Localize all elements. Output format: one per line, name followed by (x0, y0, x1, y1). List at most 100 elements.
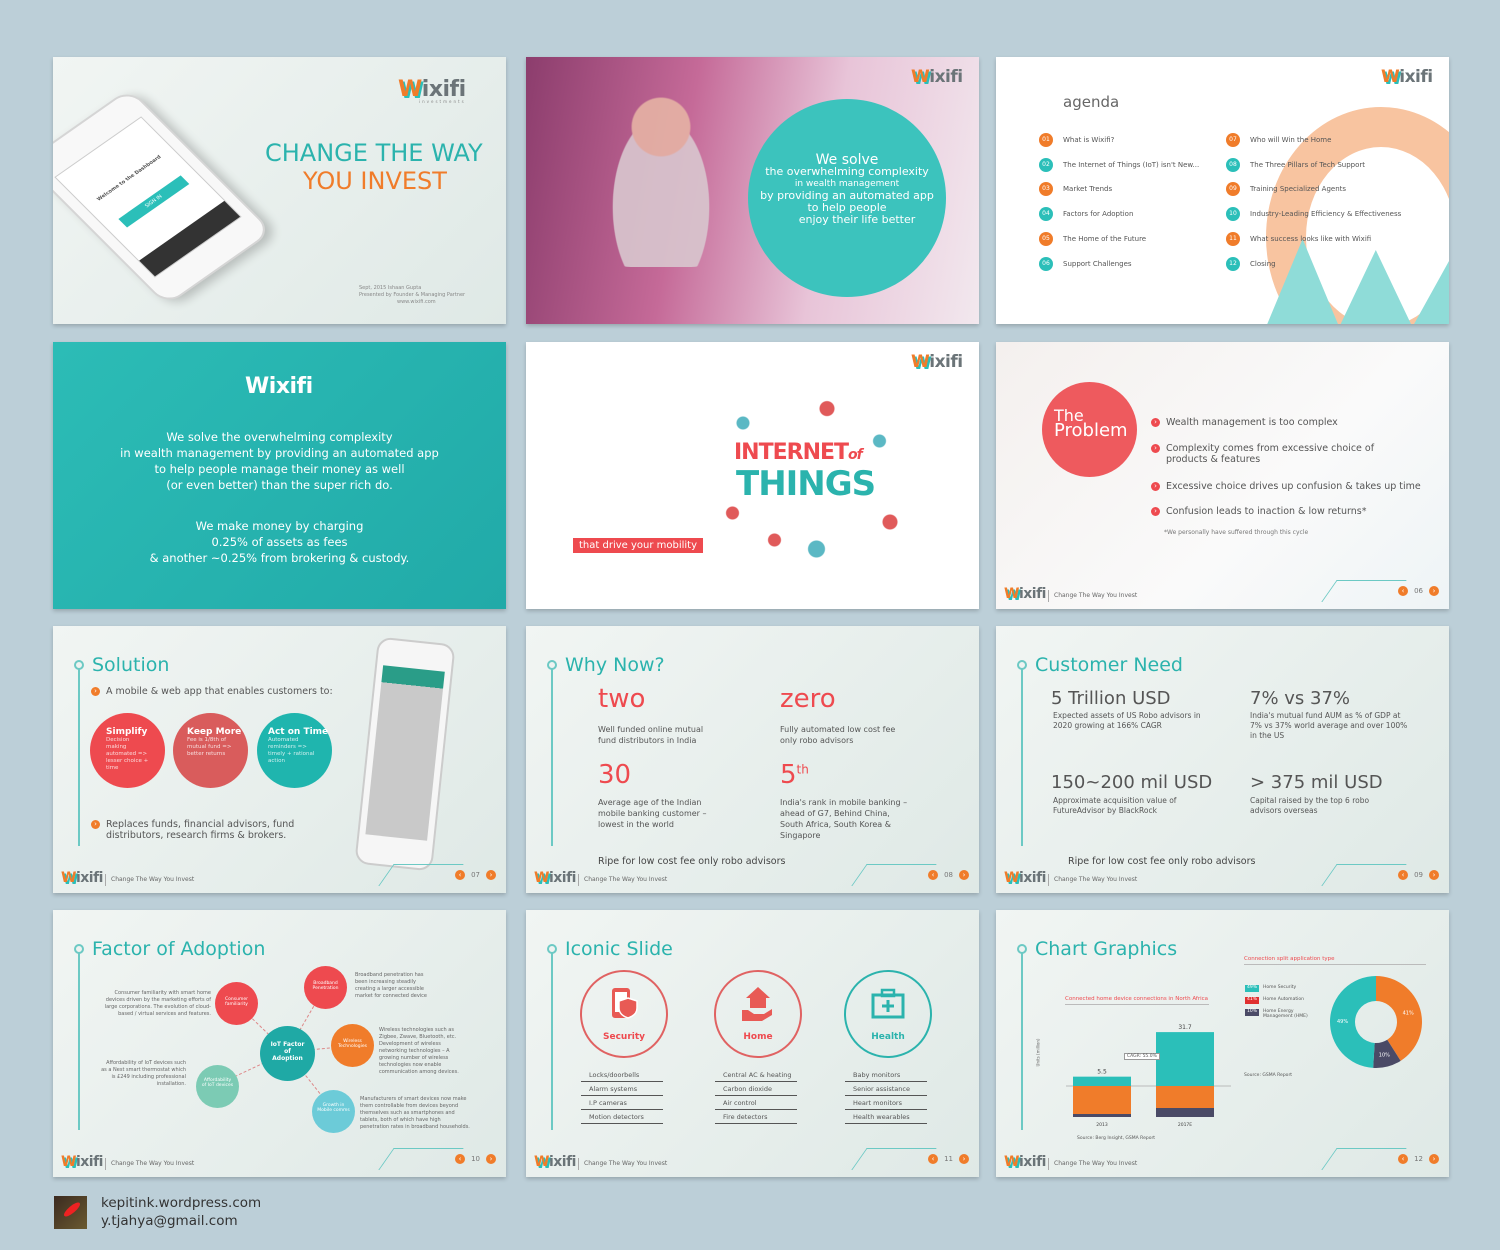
agenda-item: 08 The Three Pillars of Tech Support (1226, 157, 1366, 172)
slide-nav: ‹ 08 › (928, 870, 969, 880)
bar-2013 (1073, 1076, 1131, 1086)
agenda-label: What success looks like with Wixifi (1250, 234, 1372, 243)
slide-chart-graphics[interactable]: Chart Graphics Connected home device con… (996, 910, 1449, 1177)
prev-arrow-icon[interactable]: ‹ (455, 1154, 466, 1164)
agenda-number: 06 (1039, 256, 1053, 271)
agenda-label: Closing (1250, 259, 1276, 268)
wixifi-logo: Wixifi (911, 352, 963, 372)
bar-chart-annotation: CAGR: 55.0% (1124, 1053, 1160, 1060)
slide-factor-adoption[interactable]: Factor of Adoption IoT Factor of Adoptio… (53, 910, 506, 1177)
bar-chart: 5.5 2013 31.7 2017E (1066, 1024, 1231, 1128)
slide-title: Iconic Slide (565, 938, 673, 960)
bar-2017E (1156, 1032, 1214, 1086)
footer-logo: Wixifi (534, 1154, 576, 1170)
next-arrow-icon[interactable]: › (486, 1154, 496, 1164)
mission-paragraph: We solve the overwhelming complexity in w… (120, 430, 439, 492)
legend-label: Home Automation (1263, 997, 1304, 1002)
prev-arrow-icon[interactable]: ‹ (1398, 870, 1409, 880)
stat-value: zero (780, 684, 836, 714)
title-line-1: CHANGE THE WAY (265, 139, 483, 167)
agenda-label: Training Specialized Agents (1250, 185, 1347, 194)
footer-tagline: Change The Way You Invest (111, 1160, 195, 1167)
slide-title[interactable]: Welcome to the Dashboard SIGN IN Wixifi i… (53, 57, 506, 324)
slide-iconic[interactable]: Iconic Slide Security Home Health Locks/… (526, 910, 979, 1177)
act-on-time-circle: Act on Time Automated reminders => timely… (257, 713, 332, 788)
health-circle: Health (844, 970, 932, 1058)
medical-kit-icon (871, 988, 905, 1019)
prev-arrow-icon[interactable]: ‹ (1398, 586, 1409, 596)
footer-logo: Wixifi (534, 870, 576, 886)
prev-arrow-icon[interactable]: ‹ (1398, 1154, 1409, 1164)
slide-solution[interactable]: Solution › A mobile & web app that enable… (53, 626, 506, 893)
slide-why-now[interactable]: Why Now? two Well funded online mutual f… (526, 626, 979, 893)
agenda-item: 12 Closing (1226, 256, 1276, 271)
agenda-item: 10 Industry-Leading Efficiency & Effectiv… (1226, 207, 1401, 222)
bar-category-label: 2013 (1096, 1122, 1108, 1128)
bar-chart-title: Connected home device connections in Nor… (1065, 996, 1209, 1005)
next-arrow-icon[interactable]: › (959, 1154, 969, 1164)
slide-customer-need[interactable]: Customer Need 5 Trillion USD Expected as… (996, 626, 1449, 893)
phone-signin-button: SIGN IN (118, 175, 190, 228)
stat-desc: Average age of the Indian mobile banking… (598, 798, 707, 829)
agenda-label: What is Wixifi? (1063, 136, 1115, 144)
author-site[interactable]: kepitink.wordpress.com (101, 1195, 261, 1211)
slide-iot[interactable]: Wixifi INTERNETof THINGS that drive your… (526, 342, 979, 609)
agenda-item: 07 Who will Win the Home (1226, 133, 1331, 147)
footer-tagline: Change The Way You Invest (1054, 592, 1138, 599)
health-list: Baby monitors Senior assistance Heart moni… (845, 1068, 927, 1124)
home-circle: Home (714, 970, 802, 1058)
problem-footnote: *We personally have suffered through thi… (1164, 529, 1309, 536)
node-wireless: Wireless Technologies (331, 1024, 374, 1067)
next-arrow-icon[interactable]: › (1429, 586, 1439, 596)
phone-shield-icon (612, 988, 638, 1019)
problem-bullet: › Wealth management is too complex (1151, 417, 1338, 428)
home-list: Central AC & heating Carbon dioxide Air co… (715, 1068, 797, 1124)
next-arrow-icon[interactable]: › (959, 870, 969, 880)
page-number: 08 (944, 871, 953, 879)
legend-item: 49% Home Security (1245, 985, 1320, 992)
slide-mission[interactable]: We solve the overwhelming complexity in … (526, 57, 979, 324)
author-email[interactable]: y.tjahya@gmail.com (101, 1213, 238, 1229)
prev-arrow-icon[interactable]: ‹ (455, 870, 466, 880)
iot-title-things: THINGS (736, 464, 876, 504)
iot-title-internet: INTERNETof (734, 440, 863, 465)
bar-bottom-segment (1156, 1108, 1214, 1117)
bar-value-label: 31.7 (1178, 1024, 1192, 1031)
page-number: 11 (944, 1155, 953, 1163)
footer-logo: Wixifi (1004, 586, 1046, 602)
slide-business-model[interactable]: Wixifi We solve the overwhelming complex… (53, 342, 506, 609)
footer-logo: Wixifi (1004, 1154, 1046, 1170)
node-consumer-familiarity: Consumer familiarity (215, 982, 258, 1025)
stat-value: two (598, 684, 646, 714)
legend-label: Home Energy Management (HME) (1263, 1009, 1308, 1019)
agenda-number: 11 (1226, 231, 1240, 246)
stat-desc: Expected assets of US Robo advisors in 2… (1053, 711, 1201, 730)
donut-value-label: 49% (1337, 1019, 1348, 1025)
prev-arrow-icon[interactable]: ‹ (928, 1154, 939, 1164)
phone-illustration: Welcome to the Dashboard SIGN IN (53, 87, 274, 307)
security-list: Locks/doorbells Alarm systems I.P cameras M… (581, 1068, 663, 1124)
page-number: 09 (1414, 871, 1423, 879)
woman-photo (586, 67, 736, 267)
agenda-item: 06 Support Challenges (1039, 256, 1132, 271)
next-arrow-icon[interactable]: › (1429, 1154, 1439, 1164)
next-arrow-icon[interactable]: › (486, 870, 496, 880)
problem-bullet: › Excessive choice drives up confusion & … (1151, 481, 1421, 492)
slide-problem[interactable]: The Problem › Wealth management is too com… (996, 342, 1449, 609)
problem-circle: The Problem (1042, 382, 1137, 477)
slide-title: Solution (92, 654, 170, 676)
slide-title: Customer Need (1035, 654, 1183, 676)
slide-agenda[interactable]: Wixifi agenda 01 What is Wixifi? 02 The Int… (996, 57, 1449, 324)
legend-item: 10% Home Energy Management (HME) (1245, 1009, 1320, 1019)
donut-legend: 49% Home Security 41% Home Automation 10% Hom… (1245, 985, 1320, 1024)
prev-arrow-icon[interactable]: ‹ (928, 870, 939, 880)
next-arrow-icon[interactable]: › (1429, 870, 1439, 880)
agenda-label: The Three Pillars of Tech Support (1250, 160, 1366, 169)
stat-desc: India's mutual fund AUM as % of GDP at 7… (1250, 711, 1408, 740)
stat-desc: Approximate acquisition value of FutureA… (1053, 796, 1177, 815)
agenda-item: 09 Training Specialized Agents (1226, 182, 1347, 197)
agenda-number: 04 (1039, 207, 1053, 222)
problem-bullet: › Complexity comes from excessive choice … (1151, 443, 1381, 465)
bar-chart-source: Source: Berg Insight, GSMA Report (1077, 1136, 1156, 1141)
bar-category-label: 2017E (1178, 1122, 1192, 1128)
